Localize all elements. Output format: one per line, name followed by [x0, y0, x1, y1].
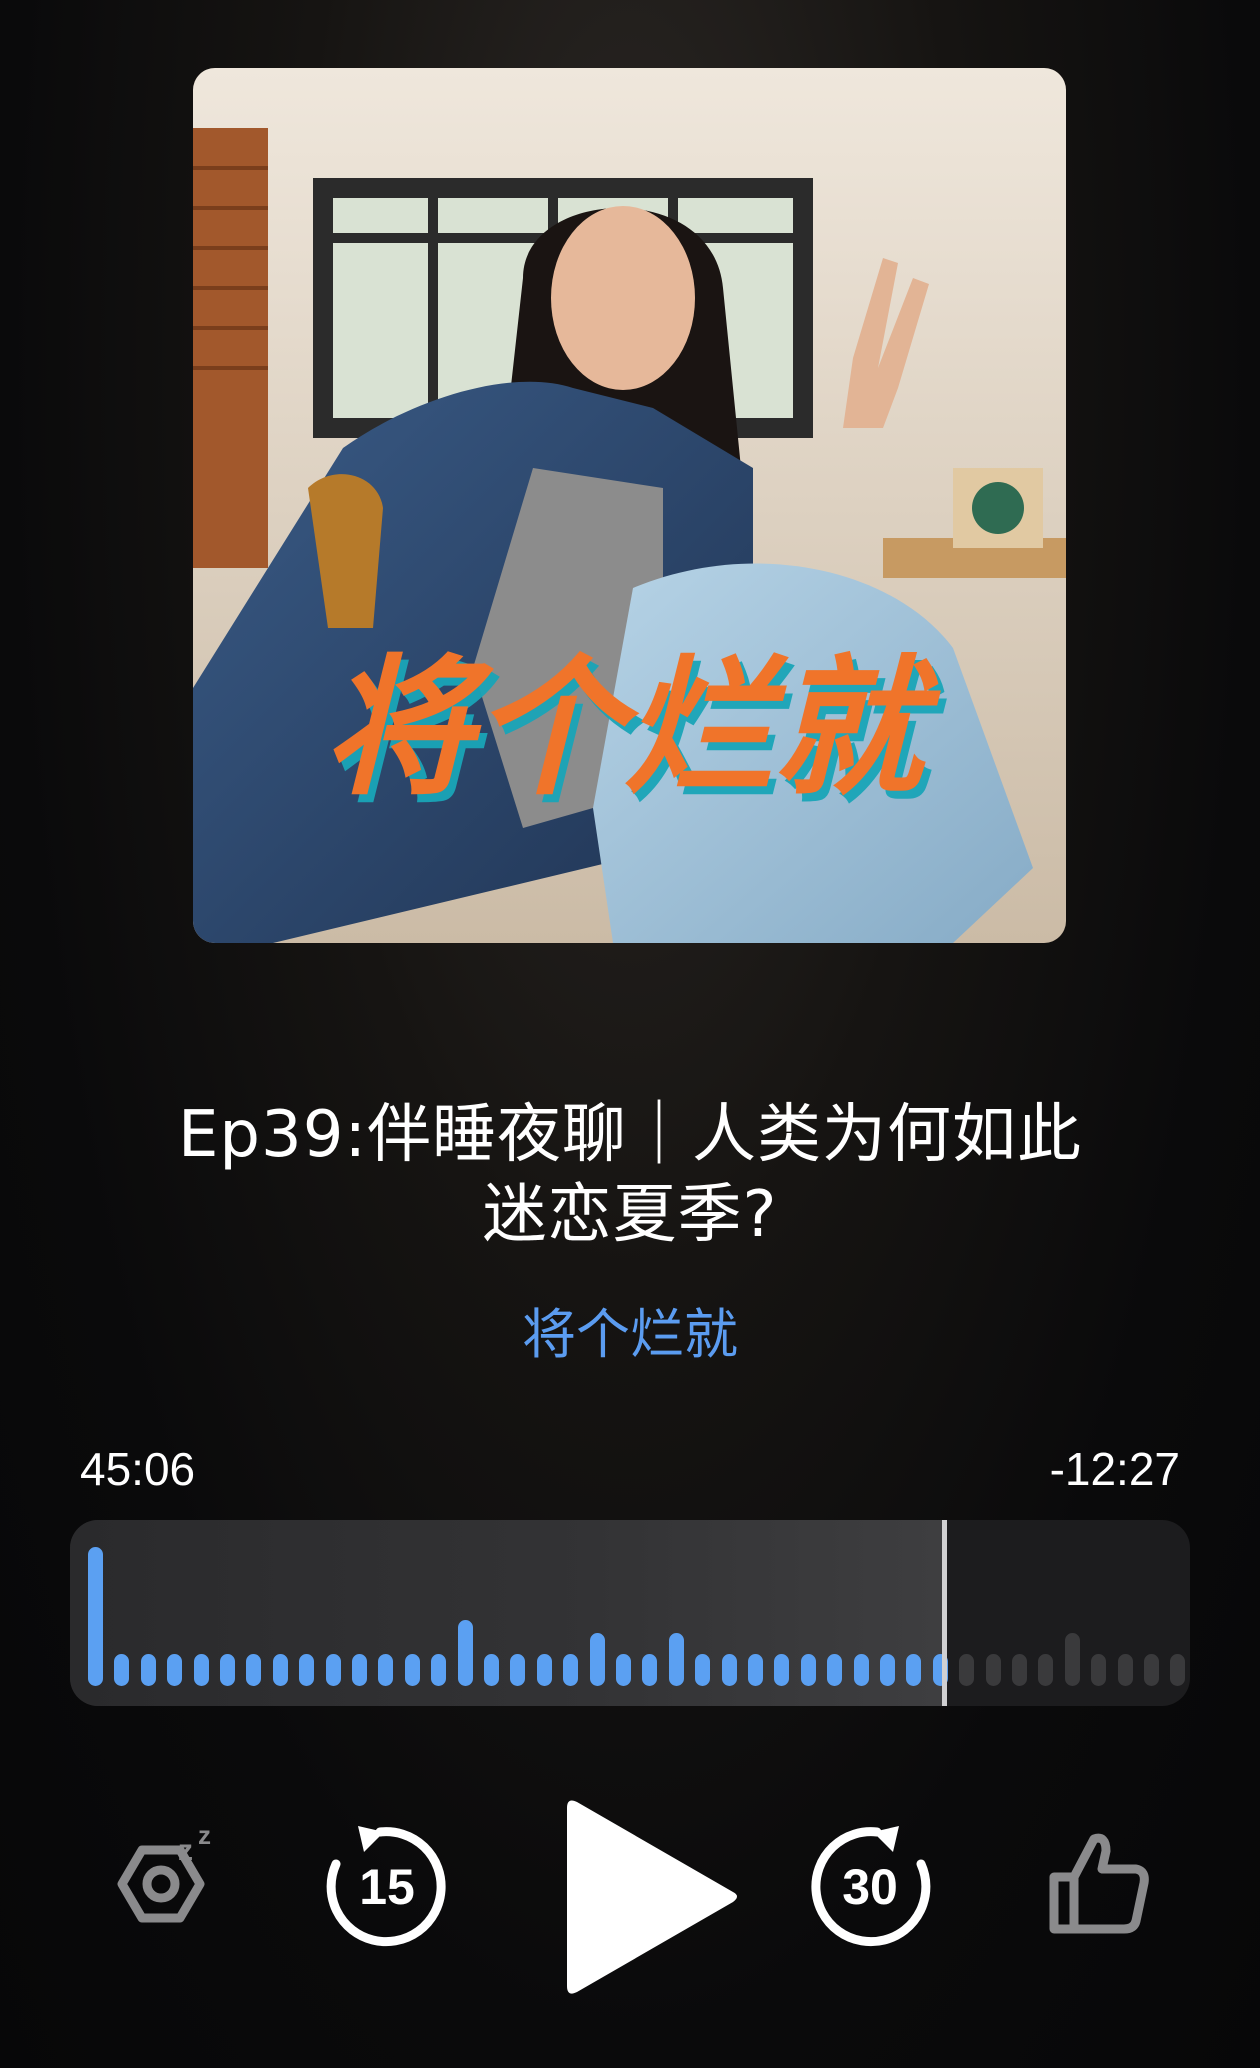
waveform-bar: [563, 1654, 579, 1686]
waveform-bar: [484, 1654, 499, 1686]
waveform-bar: [880, 1654, 895, 1686]
play-icon: [567, 1800, 737, 1994]
waveform-bar: [299, 1654, 315, 1686]
waveform-bar: [352, 1654, 367, 1686]
skip-back-button[interactable]: 15: [322, 1822, 452, 1952]
waveform-bar: [536, 1654, 552, 1686]
waveform-bar: [193, 1654, 209, 1686]
waveform-bar: [1144, 1654, 1159, 1686]
player-screen: 将个烂就 将个烂就 Ep39:伴睡夜聊｜人类为何如此 迷恋夏季? 将个烂就 45:…: [0, 0, 1260, 2068]
waveform-bar: [457, 1620, 473, 1686]
skip-back-label: 15: [359, 1859, 415, 1915]
waveform-bars: [70, 1520, 1190, 1706]
waveform-bar: [668, 1633, 684, 1686]
waveform-bar: [114, 1654, 130, 1686]
waveform-bar: [853, 1654, 869, 1686]
waveform-bar: [378, 1654, 394, 1686]
elapsed-time: 45:06: [80, 1443, 196, 1495]
waveform-bar: [220, 1654, 235, 1686]
waveform-bar: [642, 1654, 658, 1686]
waveform-bar: [959, 1654, 975, 1686]
waveform-bar: [510, 1654, 526, 1686]
waveform-bar: [774, 1654, 790, 1686]
waveform-bar: [1170, 1654, 1186, 1686]
artwork-image: 将个烂就 将个烂就: [193, 68, 1066, 943]
skip-forward-label: 30: [842, 1859, 898, 1915]
waveform-bar: [1117, 1654, 1133, 1686]
waveform-bar: [1012, 1654, 1027, 1686]
waveform-bar: [616, 1654, 631, 1686]
waveform-bar: [246, 1654, 262, 1686]
waveform-bar: [800, 1654, 816, 1686]
show-name-link[interactable]: 将个烂就: [0, 1290, 1260, 1369]
play-button[interactable]: [555, 1790, 745, 2000]
sleep-timer-button[interactable]: z z: [100, 1820, 230, 1950]
waveform-bar: [167, 1654, 183, 1686]
playback-controls: z z 15 30: [0, 1770, 1260, 2000]
episode-title-line: 迷恋夏季?: [482, 1178, 778, 1252]
waveform-bar: [88, 1547, 103, 1686]
waveform-bar: [748, 1654, 763, 1686]
waveform-bar: [827, 1654, 843, 1686]
waveform-bar: [140, 1654, 156, 1686]
waveform-bar: [272, 1654, 288, 1686]
waveform-bar: [404, 1654, 420, 1686]
like-button[interactable]: [1040, 1825, 1160, 1945]
episode-artwork: 将个烂就 将个烂就: [193, 68, 1066, 943]
waveform-bar: [1038, 1654, 1054, 1686]
waveform-bar: [985, 1654, 1001, 1686]
thumbs-up-icon: [1049, 1833, 1149, 1934]
waveform-bar: [695, 1654, 711, 1686]
waveform-bar: [325, 1654, 341, 1686]
waveform-bar: [1064, 1633, 1080, 1686]
playhead[interactable]: [941, 1520, 947, 1706]
sleep-timer-icon: z z: [117, 1820, 211, 1923]
svg-text:z: z: [198, 1820, 211, 1850]
skip-forward-button[interactable]: 30: [805, 1822, 935, 1952]
waveform-bar: [431, 1654, 447, 1686]
svg-text:z: z: [178, 1834, 193, 1867]
episode-title-line: Ep39:伴睡夜聊｜人类为何如此: [177, 1098, 1083, 1172]
waveform-bar: [721, 1654, 737, 1686]
waveform-scrubber[interactable]: [70, 1520, 1190, 1706]
waveform-bar: [1091, 1654, 1107, 1686]
artwork-title: 将个烂就: [323, 640, 941, 816]
waveform-bar: [906, 1654, 922, 1686]
remaining-time: -12:27: [1049, 1443, 1180, 1495]
episode-title: Ep39:伴睡夜聊｜人类为何如此 迷恋夏季?: [120, 1095, 1140, 1255]
waveform-bar: [589, 1633, 605, 1686]
